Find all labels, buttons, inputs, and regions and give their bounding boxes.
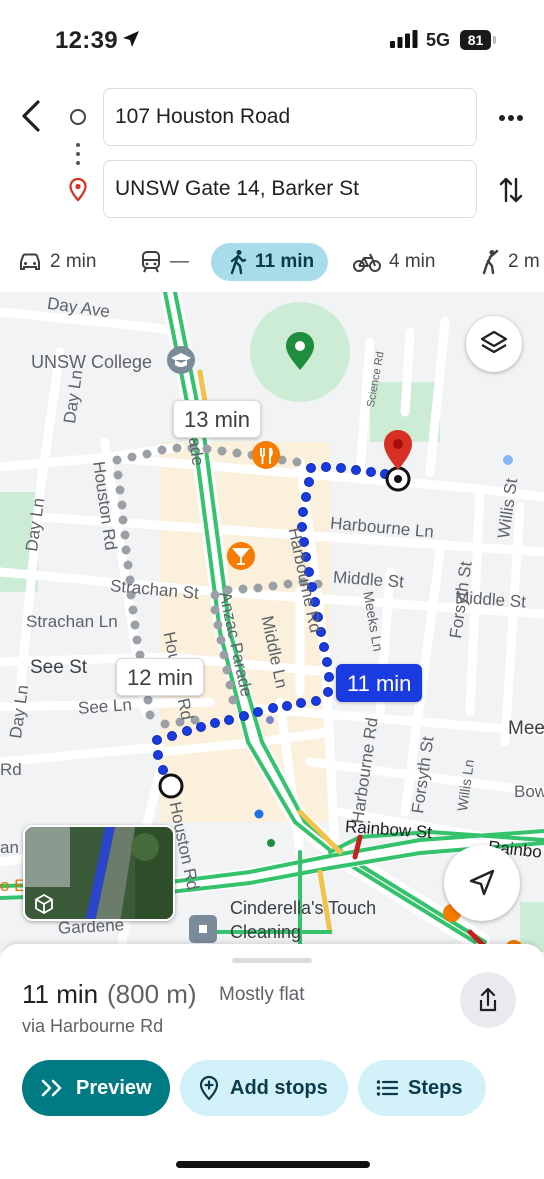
swap-icon[interactable] bbox=[498, 174, 524, 206]
network-type: 5G bbox=[426, 30, 451, 50]
navigation-arrow-icon bbox=[469, 869, 495, 896]
preview-label: Preview bbox=[76, 1076, 152, 1099]
walk-icon bbox=[230, 250, 247, 275]
restaurant-marker-icon bbox=[252, 441, 280, 469]
street-label: See Ln bbox=[77, 695, 133, 718]
double-chevron-icon bbox=[41, 1079, 62, 1097]
rideshare-icon bbox=[482, 249, 499, 275]
bike-icon bbox=[353, 253, 381, 272]
origin-marker-icon bbox=[158, 773, 184, 799]
street-label: See St bbox=[30, 657, 88, 678]
car-icon bbox=[20, 253, 40, 270]
tab-rideshare-label: 2 m bbox=[508, 251, 540, 272]
status-bar: 12:39 5G 81 bbox=[0, 0, 544, 80]
route-connector bbox=[76, 143, 80, 167]
alt-route-bubble[interactable]: 13 min bbox=[173, 400, 262, 438]
tab-transit-label: — bbox=[170, 251, 189, 272]
tab-driving-label: 2 min bbox=[50, 251, 97, 272]
route-duration: 11 min bbox=[22, 979, 99, 1009]
street-label: Mee bbox=[508, 718, 544, 739]
drag-handle[interactable] bbox=[232, 958, 312, 963]
route-details-sheet: 11 min (800 m) Mostly flat via Harbourne… bbox=[0, 944, 544, 1179]
street-label: an bbox=[0, 838, 19, 857]
list-icon bbox=[376, 1080, 398, 1096]
tab-driving[interactable]: 2 min bbox=[18, 243, 96, 281]
battery-icon: 81 bbox=[460, 30, 491, 50]
route-via: via Harbourne Rd bbox=[22, 1016, 164, 1036]
more-icon[interactable] bbox=[496, 108, 526, 128]
add-stops-button[interactable]: Add stops bbox=[180, 1060, 348, 1116]
share-button[interactable] bbox=[460, 972, 516, 1028]
destination-pin-icon bbox=[69, 178, 87, 202]
street-label: Bow bbox=[514, 782, 544, 801]
poi-label: Cinderella's Touch Cleaning bbox=[230, 898, 377, 942]
transit-icon bbox=[142, 251, 160, 273]
signal-bars-icon bbox=[390, 30, 418, 48]
add-stops-label: Add stops bbox=[230, 1076, 328, 1099]
street-view-thumbnail[interactable] bbox=[23, 825, 175, 921]
route-distance: (800 m) bbox=[107, 979, 197, 1009]
map-view[interactable]: Day Ave Parade UNSW College Science Rd H… bbox=[0, 292, 544, 952]
street-label: Rd bbox=[0, 760, 22, 779]
cube-icon bbox=[35, 894, 53, 914]
add-location-icon bbox=[199, 1075, 219, 1101]
tab-cycling-label: 4 min bbox=[389, 251, 436, 272]
steps-label: Steps bbox=[408, 1076, 463, 1099]
origin-circle-icon bbox=[70, 109, 86, 125]
origin-input[interactable]: 107 Houston Road bbox=[103, 88, 477, 146]
route-terrain: Mostly flat bbox=[219, 984, 305, 1005]
layers-icon bbox=[480, 330, 508, 354]
street-label: UNSW College bbox=[31, 352, 153, 372]
selected-route-bubble[interactable]: 11 min bbox=[336, 664, 423, 702]
preview-button[interactable]: Preview bbox=[22, 1060, 170, 1116]
tab-cycling[interactable]: 4 min bbox=[353, 243, 435, 281]
alt-route-bubble[interactable]: 12 min bbox=[116, 658, 205, 696]
tab-transit[interactable]: — bbox=[140, 243, 189, 281]
location-arrow-icon bbox=[123, 31, 139, 47]
home-indicator[interactable] bbox=[176, 1161, 370, 1168]
share-icon bbox=[479, 987, 497, 1012]
destination-input[interactable]: UNSW Gate 14, Barker St bbox=[103, 160, 477, 218]
steps-button[interactable]: Steps bbox=[358, 1060, 486, 1116]
tab-rideshare[interactable]: 2 m bbox=[478, 243, 540, 281]
bar-marker-icon bbox=[227, 542, 255, 570]
layers-button[interactable] bbox=[466, 316, 522, 372]
tab-walking[interactable]: 11 min bbox=[211, 243, 329, 281]
back-arrow-icon[interactable] bbox=[16, 98, 48, 134]
street-label: Strachan Ln bbox=[26, 612, 118, 631]
travel-mode-tabs: 2 min — 11 min 4 min 2 m bbox=[0, 240, 544, 292]
battery-tip bbox=[493, 36, 496, 44]
navigate-button[interactable] bbox=[444, 845, 520, 921]
clock: 12:39 bbox=[55, 27, 118, 54]
college-marker-icon bbox=[167, 346, 195, 374]
tab-walking-label: 11 min bbox=[255, 251, 315, 272]
